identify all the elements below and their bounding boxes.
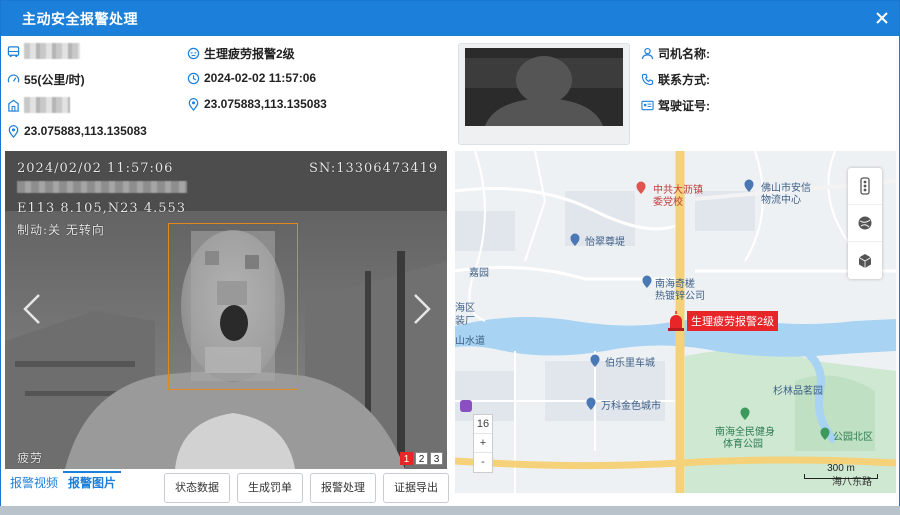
map-scale-bar xyxy=(804,474,878,479)
poi-nanhai-icon xyxy=(642,275,652,288)
3d-cube-icon[interactable] xyxy=(848,242,882,279)
alarm-type-row: 生理疲劳报警2级 xyxy=(187,45,295,62)
background-page-strip xyxy=(0,506,900,515)
bus-icon xyxy=(7,45,20,57)
alarm-info-panel: 55(公里/时) 23.075883,113.135083 生理疲劳报警2级 2… xyxy=(1,37,900,147)
plate-redacted xyxy=(24,43,80,59)
map-scale: 300 m xyxy=(804,463,878,479)
osd-datetime: 2024/02/02 11:57:06 xyxy=(17,161,174,176)
vehicle-plate-row xyxy=(7,43,80,59)
osd-brake: 制动:关 无转向 xyxy=(17,223,105,237)
alarm-marker-label[interactable]: 生理疲劳报警2级 xyxy=(687,311,779,331)
close-icon[interactable] xyxy=(873,9,891,27)
poi-yicui-icon xyxy=(570,233,580,246)
driver-photo xyxy=(465,48,623,126)
generate-ticket-button[interactable]: 生成罚单 xyxy=(237,473,303,503)
speed-value: 55(公里/时) xyxy=(24,73,85,87)
alarm-siren-icon[interactable] xyxy=(667,311,685,331)
position-row-right: 23.075883,113.135083 xyxy=(187,97,327,111)
position-value-left: 23.075883,113.135083 xyxy=(24,124,147,138)
user-icon xyxy=(641,47,654,60)
alarm-photo-viewer[interactable]: 2024/02/02 11:57:06 SN:13306473419 E113 … xyxy=(5,151,447,469)
photo-page-2[interactable]: 2 xyxy=(415,452,428,465)
speedometer-icon xyxy=(7,74,20,83)
fatigue-icon xyxy=(187,47,200,60)
export-evidence-button[interactable]: 证据导出 xyxy=(383,473,449,503)
prev-photo-arrow-icon[interactable] xyxy=(17,289,47,329)
face-detection-box xyxy=(168,223,298,390)
location-pin-icon xyxy=(188,97,199,111)
map-label-gongyuan: 公园北区 xyxy=(833,432,873,443)
alarm-location-map[interactable]: 中共大沥镇 委党校 佛山市安信 物流中心 怡翠尊堤 嘉园 南海奇槎 热镀锌公司 … xyxy=(455,151,896,493)
map-label-yicui: 怡翠尊堤 xyxy=(585,237,625,248)
company-row xyxy=(7,97,70,113)
tab-alarm-photo[interactable]: 报警图片 xyxy=(63,471,122,496)
next-photo-arrow-icon[interactable] xyxy=(407,289,437,329)
clock-icon xyxy=(187,72,200,84)
map-label-shanshuidao: 山水道 xyxy=(455,336,485,347)
driver-photo-card xyxy=(458,43,630,145)
location-pin-icon xyxy=(8,124,19,138)
driver-phone-row: 联系方式: xyxy=(641,71,710,88)
poi-sports-park-icon xyxy=(740,407,750,420)
alarm-dialog: 主动安全报警处理 55(公里/时) 23.075883,113.135083 生… xyxy=(0,0,900,515)
osd-coords: E113 8.105,N23 4.553 xyxy=(17,201,187,216)
driver-phone-label: 联系方式: xyxy=(658,73,710,87)
poi-logistics-icon xyxy=(744,179,754,192)
osd-redacted-line xyxy=(17,181,187,197)
poi-car-city-icon xyxy=(590,354,600,367)
osd-serial: SN:13306473419 xyxy=(309,161,439,176)
zoom-out-button[interactable]: - xyxy=(474,453,492,472)
action-buttons: 状态数据 生成罚单 报警处理 证据导出 xyxy=(164,473,449,503)
poi-park-north-icon xyxy=(820,427,830,440)
map-label-tiyu2: 体育公园 xyxy=(723,439,763,450)
zoom-in-button[interactable]: + xyxy=(474,434,492,453)
photo-page-3[interactable]: 3 xyxy=(430,452,443,465)
map-label-nanhai2: 热镀锌公司 xyxy=(655,291,705,302)
map-label-xinyi2: 物流中心 xyxy=(761,195,801,206)
map-label-shanlin: 杉林品茗园 xyxy=(773,386,823,397)
zoom-control: 16 + - xyxy=(473,414,493,473)
map-toolbar xyxy=(848,168,882,279)
tab-alarm-video[interactable]: 报警视频 xyxy=(5,471,63,496)
osd-status: 疲劳 xyxy=(17,451,44,465)
handle-alarm-button[interactable]: 报警处理 xyxy=(310,473,376,503)
alarm-type-value: 生理疲劳报警2级 xyxy=(204,47,295,61)
phone-icon xyxy=(641,73,654,86)
zoom-level: 16 xyxy=(474,415,492,434)
id-card-icon xyxy=(641,100,654,111)
poi-party-icon xyxy=(636,181,646,194)
driver-name-row: 司机名称: xyxy=(641,45,710,62)
alarm-time-value: 2024-02-02 11:57:06 xyxy=(204,71,317,85)
map-label-zhuangchang: 装厂 xyxy=(455,316,475,327)
speed-row: 55(公里/时) xyxy=(7,71,85,88)
company-redacted xyxy=(24,97,70,113)
photo-pager: 1 2 3 xyxy=(400,452,443,465)
media-tabs: 报警视频 报警图片 xyxy=(5,471,122,496)
map-label-boletcheng: 伯乐里车城 xyxy=(605,358,655,369)
status-data-button[interactable]: 状态数据 xyxy=(164,473,230,503)
dialog-title: 主动安全报警处理 xyxy=(22,10,138,27)
poi-purple-icon xyxy=(460,400,472,412)
driver-name-label: 司机名称: xyxy=(658,47,710,61)
dialog-titlebar: 主动安全报警处理 xyxy=(1,1,899,36)
driver-silhouette-icon xyxy=(465,48,623,126)
map-label-jiayuan: 嘉园 xyxy=(469,268,489,279)
alarm-time-row: 2024-02-02 11:57:06 xyxy=(187,71,316,85)
position-row-left: 23.075883,113.135083 xyxy=(7,124,147,138)
photo-page-1[interactable]: 1 xyxy=(400,452,413,465)
map-scale-label: 300 m xyxy=(827,463,855,474)
position-value-right: 23.075883,113.135083 xyxy=(204,97,327,111)
driver-license-row: 驾驶证号: xyxy=(641,97,710,114)
traffic-light-icon[interactable] xyxy=(848,168,882,205)
map-label-party2: 委党校 xyxy=(653,197,683,208)
satellite-globe-icon[interactable] xyxy=(848,205,882,242)
building-icon xyxy=(8,99,19,112)
map-label-wanke: 万科金色城市 xyxy=(601,401,661,412)
poi-wanke-icon xyxy=(586,397,596,410)
driver-license-label: 驾驶证号: xyxy=(658,99,710,113)
